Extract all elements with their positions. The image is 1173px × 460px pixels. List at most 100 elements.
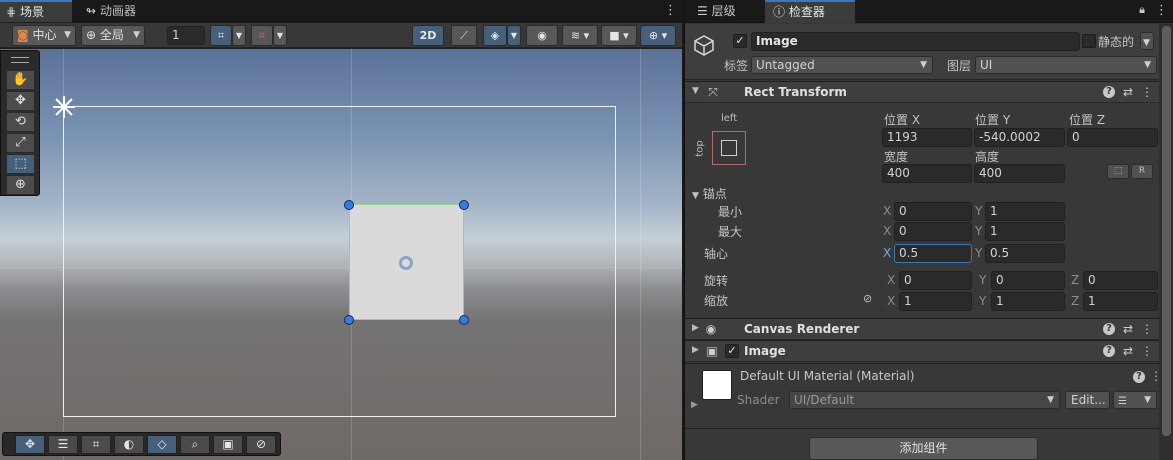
pivot-x-field[interactable]: 0.5 — [894, 244, 972, 263]
resize-handle-bottom-right[interactable] — [459, 315, 469, 325]
scale-z-field[interactable]: 1 — [1083, 292, 1158, 311]
shader-edit-button[interactable]: Edit... — [1065, 391, 1110, 409]
scale-z-axis: Z — [1071, 294, 1080, 308]
tag-dropdown[interactable]: Untagged ▼ — [751, 56, 933, 74]
gizmos-button[interactable]: ⊕ ▾ — [640, 25, 676, 46]
rotation-y-field[interactable]: 0 — [991, 271, 1065, 290]
hand-tool-button[interactable]: ✋ — [6, 70, 35, 90]
compass-overlay-button[interactable]: ⊘ — [246, 435, 276, 454]
static-checkbox[interactable] — [1082, 34, 1096, 48]
lighting-button[interactable]: ⟋ — [451, 25, 477, 46]
preset-icon[interactable]: ⇄ — [1121, 344, 1135, 358]
space-mode-dropdown[interactable]: ⊕ 全局 ▼ — [81, 25, 145, 46]
move-overlay-button[interactable]: ✥ — [15, 435, 45, 454]
rect-transform-header[interactable]: ▼ ⤧ Rect Transform ? ⇄ ⋮ — [685, 81, 1173, 103]
width-field[interactable]: 400 — [882, 164, 972, 183]
foldout-arrow-icon[interactable]: ▶ — [692, 323, 699, 333]
anchor-min-x-field[interactable]: 0 — [894, 202, 972, 221]
camera-overlay-button[interactable]: ▣ — [213, 435, 243, 454]
foldout-arrow-icon[interactable]: ▼ — [692, 86, 699, 96]
separator — [685, 363, 1173, 364]
material-foldout-arrow[interactable]: ▶ — [691, 400, 698, 410]
resize-handle-top-right[interactable] — [459, 200, 469, 210]
layer-dropdown[interactable]: UI ▼ — [975, 56, 1157, 74]
anchor-icon — [53, 96, 75, 118]
rotation-z-field[interactable]: 0 — [1083, 271, 1158, 290]
mode-2d-button[interactable]: 2D — [412, 25, 444, 46]
anchor-min-y-field[interactable]: 1 — [985, 202, 1065, 221]
help-icon[interactable]: ? — [1103, 345, 1115, 357]
canvas-renderer-header[interactable]: ▶ ◉ Canvas Renderer ? ⇄ ⋮ — [685, 318, 1173, 340]
tab-scene[interactable]: ⋕ 场景 — [0, 0, 72, 22]
grid-snap-button[interactable]: ⌗ — [210, 25, 232, 46]
scene-viewport[interactable] — [0, 49, 682, 460]
more-options-icon[interactable]: ⋮ — [1155, 3, 1168, 18]
shader-dropdown[interactable]: UI/Default ▼ — [789, 391, 1060, 409]
raw-edit-button[interactable]: R — [1131, 164, 1153, 179]
foldout-arrow-icon[interactable]: ▶ — [692, 345, 699, 355]
resize-handle-top-left[interactable] — [344, 200, 354, 210]
more-options-icon[interactable]: ⋮ — [1140, 322, 1154, 336]
pivot-mode-dropdown[interactable]: ◙ 中心 ▼ — [12, 25, 76, 46]
preset-icon[interactable]: ⇄ — [1121, 85, 1135, 99]
navmesh-overlay-button[interactable]: ◇ — [147, 435, 177, 454]
anchor-presets-button[interactable] — [712, 131, 746, 165]
rect-tool-button[interactable]: ⬚ — [6, 154, 35, 174]
preset-icon[interactable]: ⇄ — [1121, 322, 1135, 336]
pivot-y-field[interactable]: 0.5 — [985, 244, 1065, 263]
pos-z-field[interactable]: 0 — [1067, 128, 1158, 147]
camera-button[interactable]: ■ ▾ — [601, 25, 637, 46]
blueprint-mode-button[interactable]: ⬚ — [1107, 164, 1129, 179]
grid-snap-dropdown[interactable]: ▼ — [232, 25, 246, 46]
more-options-icon[interactable]: ⋮ — [664, 3, 677, 18]
more-options-icon[interactable]: ⋮ — [1140, 85, 1154, 99]
help-icon[interactable]: ? — [1133, 371, 1145, 383]
scale-y-field[interactable]: 1 — [991, 292, 1065, 311]
add-component-button[interactable]: 添加组件 — [809, 437, 1038, 460]
height-label: 高度 — [975, 150, 1000, 164]
palette-grip[interactable] — [11, 57, 29, 63]
scale-x-field[interactable]: 1 — [899, 292, 972, 311]
increment-snap-dropdown[interactable]: ▼ — [273, 25, 287, 46]
tab-inspector[interactable]: ⓘ 检查器 — [765, 0, 855, 23]
layers-button[interactable]: ≋ ▾ — [562, 25, 598, 46]
object-name-field[interactable]: Image — [751, 32, 1080, 51]
image-enabled-checkbox[interactable]: ✓ — [725, 344, 739, 358]
pivot-handle[interactable] — [399, 256, 413, 270]
constrain-proportions-icon[interactable]: ⊘ — [863, 292, 872, 305]
anchors-foldout[interactable]: ▼ 锚点 — [692, 185, 727, 202]
image-component-header[interactable]: ▶ ▣ ✓ Image ? ⇄ ⋮ — [685, 340, 1173, 362]
anchor-max-y-field[interactable]: 1 — [985, 222, 1065, 241]
visibility-button[interactable]: ◉ — [526, 25, 558, 46]
help-icon[interactable]: ? — [1103, 323, 1115, 335]
scrollbar-thumb[interactable] — [1162, 26, 1171, 436]
height-field[interactable]: 400 — [974, 164, 1065, 183]
object-active-checkbox[interactable]: ✓ — [733, 34, 747, 48]
move-tool-button[interactable]: ✥ — [6, 91, 35, 111]
grid-overlay-button[interactable]: ⌗ — [81, 435, 111, 454]
shader-options-dropdown[interactable]: ☰ ▼ — [1113, 391, 1157, 409]
effects-button[interactable]: ◈ — [483, 25, 507, 46]
tab-animator[interactable]: ↬ 动画器 — [80, 0, 160, 22]
rotation-x-field[interactable]: 0 — [899, 271, 972, 290]
anchor-max-x-field[interactable]: 0 — [894, 222, 972, 241]
scale-tool-button[interactable]: ⤢ — [6, 133, 35, 153]
lock-icon[interactable]: 🔒︎ — [1137, 3, 1147, 17]
pos-x-field[interactable]: 1193 — [882, 128, 972, 147]
tilemap-overlay-button[interactable]: ☰ — [48, 435, 78, 454]
transform-tool-button[interactable]: ⊕ — [6, 175, 35, 195]
increment-snap-button[interactable]: ⌗ — [251, 25, 273, 46]
pos-y-field[interactable]: -540.0002 — [974, 128, 1065, 147]
shading-overlay-button[interactable]: ◐ — [114, 435, 144, 454]
static-dropdown[interactable]: ▼ — [1140, 32, 1154, 50]
help-icon[interactable]: ? — [1103, 86, 1115, 98]
inspector-scrollbar[interactable] — [1159, 24, 1173, 460]
rotate-tool-button[interactable]: ⟲ — [6, 112, 35, 132]
search-overlay-button[interactable]: ⌕ — [180, 435, 210, 454]
more-options-icon[interactable]: ⋮ — [1140, 344, 1154, 358]
tab-hierarchy[interactable]: ☰ 层级 — [689, 0, 759, 23]
grid-size-field[interactable]: 1 — [167, 26, 205, 45]
resize-handle-bottom-left[interactable] — [344, 315, 354, 325]
material-preview[interactable] — [702, 370, 732, 400]
effects-dropdown[interactable]: ▼ — [507, 25, 521, 46]
